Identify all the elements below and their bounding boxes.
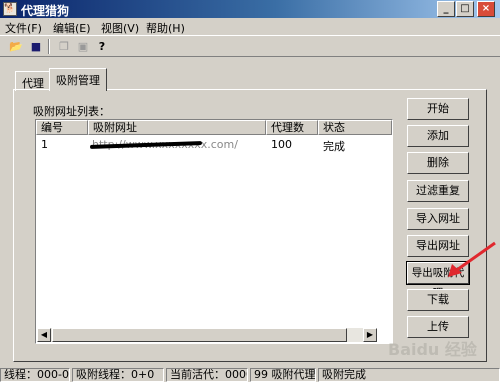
minimize-button[interactable]: _ — [437, 1, 455, 17]
help-icon[interactable]: ? — [94, 39, 110, 54]
copy-icon[interactable]: ❐ — [56, 39, 72, 54]
tab-proxy[interactable]: 代理 — [15, 71, 51, 91]
column-header-count[interactable]: 代理数 — [266, 120, 318, 135]
scroll-left-icon[interactable]: ◀ — [37, 328, 51, 342]
filter-duplicates-button[interactable]: 过滤重复 — [407, 180, 469, 202]
scroll-right-icon[interactable]: ▶ — [363, 328, 377, 342]
status-message: 吸附完成 — [318, 368, 500, 382]
paste-icon[interactable]: ▣ — [75, 39, 91, 54]
window-title: 代理猎狗 — [21, 4, 70, 18]
save-icon[interactable]: ■ — [28, 39, 44, 54]
url-list-label: 吸附网址列表： — [33, 105, 110, 118]
row-id: 1 — [41, 138, 48, 151]
add-button[interactable]: 添加 — [407, 125, 469, 147]
download-button[interactable]: 下载 — [407, 289, 469, 311]
horizontal-scrollbar[interactable]: ◀ ▶ — [37, 328, 377, 342]
row-status: 完成 — [323, 140, 345, 153]
url-list[interactable]: 编号 吸附网址 代理数 状态 1 http://www.xxxxxxxx.com… — [35, 119, 393, 344]
tab-adsorb-manage[interactable]: 吸附管理 — [49, 68, 107, 91]
watermark: Baidu 经验 — [388, 340, 477, 359]
close-button[interactable]: × — [477, 1, 495, 17]
menu-file[interactable]: 文件(F) — [5, 20, 42, 36]
menu-bar: 文件(F) 编辑(E) 视图(V) 帮助(H) — [0, 18, 500, 35]
status-active-proxies: 当前活代：0000 — [166, 368, 248, 382]
menu-edit[interactable]: 编辑(E) — [53, 20, 91, 36]
maximize-button[interactable]: □ — [456, 1, 474, 17]
annotation-arrow-icon — [448, 241, 496, 277]
start-button[interactable]: 开始 — [407, 98, 469, 120]
menu-help[interactable]: 帮助(H) — [146, 20, 185, 36]
column-header-id[interactable]: 编号 — [36, 120, 88, 135]
column-header-status[interactable]: 状态 — [318, 120, 392, 135]
scroll-thumb[interactable] — [52, 328, 347, 342]
toolbar-separator — [48, 39, 50, 54]
title-bar[interactable]: 🐕 代理猎狗 _ □ × — [0, 0, 500, 18]
status-adsorb-threads: 吸附线程：0+0 — [72, 368, 164, 382]
status-adsorbed-proxies: 99 吸附代理 — [250, 368, 316, 382]
status-threads: 线程：000-00 — [0, 368, 70, 382]
upload-button[interactable]: 上传 — [407, 316, 469, 338]
open-folder-icon[interactable]: 📂 — [8, 39, 24, 54]
app-icon: 🐕 — [3, 2, 17, 16]
column-header-url[interactable]: 吸附网址 — [88, 120, 266, 135]
row-count: 100 — [271, 138, 292, 151]
toolbar: 📂 ■ ❐ ▣ ? — [0, 35, 500, 57]
import-urls-button[interactable]: 导入网址 — [407, 208, 469, 230]
app-window: 🐕 代理猎狗 _ □ × 文件(F) 编辑(E) 视图(V) 帮助(H) 📂 ■… — [0, 0, 500, 382]
delete-button[interactable]: 删除 — [407, 152, 469, 174]
status-bar: 线程：000-00 吸附线程：0+0 当前活代：0000 99 吸附代理 吸附完… — [0, 366, 500, 382]
menu-view[interactable]: 视图(V) — [101, 20, 139, 36]
